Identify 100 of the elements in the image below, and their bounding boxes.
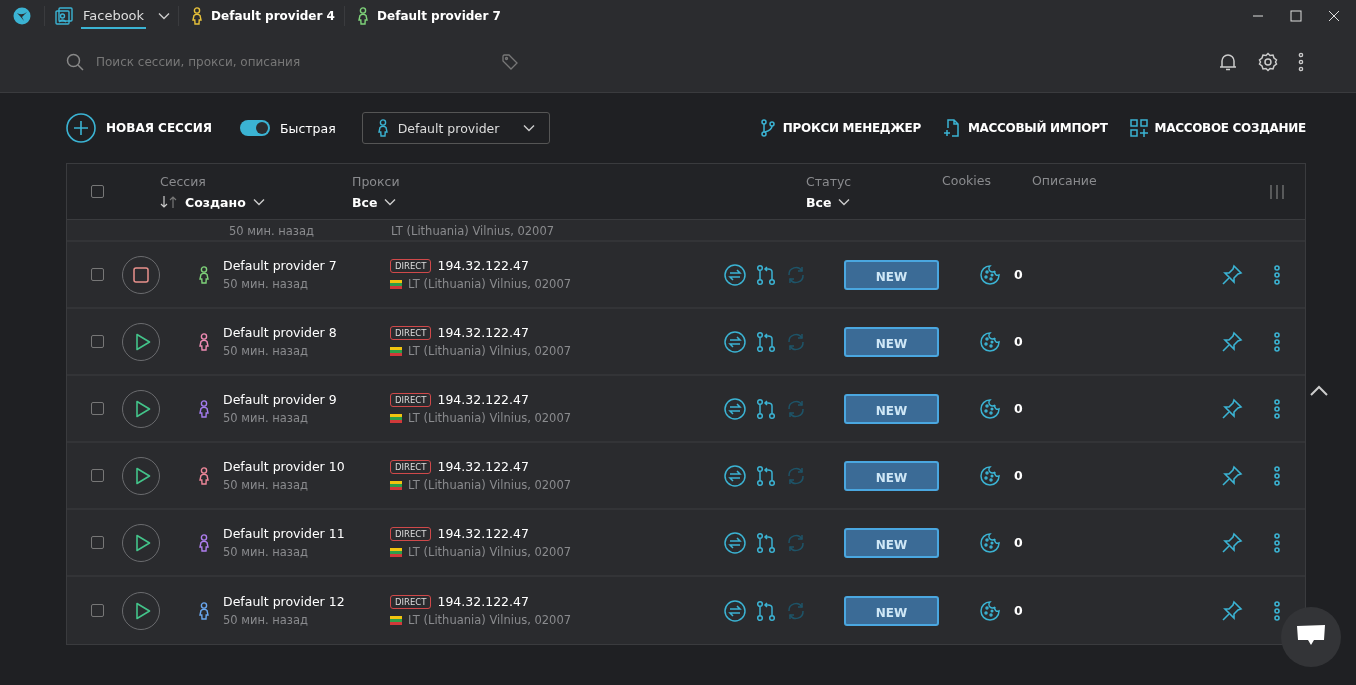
- proxy-location: LT (Lithuania) Vilnius, 02007: [408, 478, 572, 492]
- session-name: Default provider 7: [223, 258, 337, 273]
- branch-icon: [759, 119, 776, 137]
- status-filter[interactable]: Все: [806, 194, 832, 210]
- created-time: 50 мин. назад: [223, 545, 309, 559]
- checkbox[interactable]: [91, 335, 104, 348]
- chevron-down-icon: [252, 198, 265, 206]
- flag-icon: [390, 480, 402, 490]
- status-badge: NEW: [844, 393, 939, 424]
- column-header: Cookies: [942, 173, 992, 188]
- more-icon[interactable]: [1298, 51, 1304, 72]
- more-icon[interactable]: [1273, 264, 1281, 285]
- checkbox[interactable]: [91, 604, 104, 617]
- more-icon[interactable]: [1273, 600, 1281, 621]
- quick-toggle[interactable]: [240, 120, 270, 136]
- tab[interactable]: Default provider 4: [178, 5, 345, 26]
- tab[interactable]: Facebook: [45, 0, 157, 31]
- proxy-location: LT (Lithuania) Vilnius, 02007: [408, 545, 572, 559]
- proxy-filter[interactable]: Все: [352, 194, 378, 210]
- maximize-icon[interactable]: [1290, 9, 1302, 22]
- branch-icon[interactable]: [756, 330, 776, 353]
- more-icon[interactable]: [1273, 398, 1281, 419]
- pin-icon[interactable]: [1221, 263, 1243, 286]
- proxy-ip: 194.32.122.47: [437, 325, 529, 340]
- proxy-location: LT (Lithuania) Vilnius, 02007: [408, 277, 572, 291]
- proxy-ip: 194.32.122.47: [437, 392, 529, 407]
- created-time: 50 мин. назад: [223, 344, 309, 358]
- pin-icon[interactable]: [1221, 531, 1243, 554]
- pin-icon[interactable]: [1221, 330, 1243, 353]
- session-name: Default provider 11: [223, 526, 345, 541]
- more-icon[interactable]: [1273, 465, 1281, 486]
- tab[interactable]: Default provider 7: [344, 5, 511, 26]
- cookie-icon: [980, 331, 1000, 352]
- proxy-type-badge: DIRECT: [390, 258, 432, 273]
- column-header: Описание: [1032, 173, 1097, 188]
- cookie-count: 0: [1014, 603, 1023, 618]
- select-all-checkbox[interactable]: [91, 185, 104, 198]
- grid-add-icon: [1129, 119, 1148, 137]
- pin-icon[interactable]: [1221, 599, 1243, 622]
- cookie-count: 0: [1014, 535, 1023, 550]
- status-badge: NEW: [844, 595, 939, 626]
- created-time: 50 мин. назад: [223, 613, 309, 627]
- more-icon[interactable]: [1273, 331, 1281, 352]
- new-session-button[interactable]: НОВАЯ СЕССИЯ: [66, 113, 212, 143]
- proxy-type-badge: DIRECT: [390, 325, 432, 340]
- provider-dropdown[interactable]: Default provider: [361, 112, 550, 144]
- pin-icon[interactable]: [1221, 397, 1243, 420]
- proxy-ip: 194.32.122.47: [437, 526, 529, 541]
- swap-icon[interactable]: [724, 599, 746, 622]
- search-field[interactable]: Поиск сессии, прокси, описания: [96, 54, 466, 69]
- proxy-location: LT (Lithuania) Vilnius, 02007: [391, 224, 555, 238]
- play-icon: [134, 533, 151, 552]
- pin-icon[interactable]: [1221, 464, 1243, 487]
- proxy-type-badge: DIRECT: [390, 594, 432, 609]
- checkbox[interactable]: [91, 268, 104, 281]
- swap-icon[interactable]: [724, 397, 746, 420]
- proxy-type-badge: DIRECT: [390, 392, 432, 407]
- branch-icon[interactable]: [756, 599, 776, 622]
- profile-card-icon: [55, 6, 73, 25]
- cookie-icon: [980, 264, 1000, 285]
- checkbox[interactable]: [91, 536, 104, 549]
- logo-icon: [13, 6, 31, 25]
- flag-icon: [390, 615, 402, 625]
- sort-icon[interactable]: [160, 196, 178, 208]
- swap-icon[interactable]: [724, 531, 746, 554]
- branch-icon[interactable]: [756, 263, 776, 286]
- person-icon: [376, 119, 389, 137]
- close-icon[interactable]: [1328, 9, 1340, 22]
- settings-icon[interactable]: [1258, 51, 1278, 72]
- scroll-up-icon[interactable]: [1310, 385, 1328, 397]
- chevron-down-icon: [522, 124, 535, 132]
- branch-icon[interactable]: [756, 531, 776, 554]
- branch-icon[interactable]: [756, 464, 776, 487]
- toolbar-button[interactable]: ПРОКСИ МЕНЕДЖЕР: [759, 119, 921, 137]
- swap-icon[interactable]: [724, 464, 746, 487]
- checkbox[interactable]: [91, 469, 104, 482]
- checkbox[interactable]: [91, 402, 104, 415]
- branch-icon[interactable]: [756, 397, 776, 420]
- toolbar-button[interactable]: МАССОВЫЙ ИМПОРТ: [942, 119, 1108, 137]
- created-time: 50 мин. назад: [229, 224, 315, 238]
- bell-icon[interactable]: [1218, 51, 1238, 72]
- play-icon: [134, 601, 151, 620]
- session-name: Default provider 8: [223, 325, 337, 340]
- column-header: Прокси: [352, 173, 401, 189]
- toolbar-button[interactable]: МАССОВОЕ СОЗДАНИЕ: [1129, 119, 1306, 137]
- session-name: Default provider 10: [223, 459, 345, 474]
- proxy-ip: 194.32.122.47: [437, 258, 529, 273]
- tag-icon[interactable]: [502, 53, 518, 70]
- search-icon: [66, 52, 84, 71]
- swap-icon[interactable]: [724, 263, 746, 286]
- cookie-count: 0: [1014, 401, 1023, 416]
- more-icon[interactable]: [1273, 532, 1281, 553]
- file-add-icon: [942, 119, 961, 137]
- swap-icon[interactable]: [724, 330, 746, 353]
- play-icon: [134, 332, 151, 351]
- status-badge: NEW: [844, 259, 939, 290]
- toggle-label: Быстрая: [280, 120, 336, 136]
- chevron-down-icon: [838, 198, 851, 206]
- sort-dropdown[interactable]: Создано: [185, 194, 246, 210]
- plus-icon: [66, 113, 96, 143]
